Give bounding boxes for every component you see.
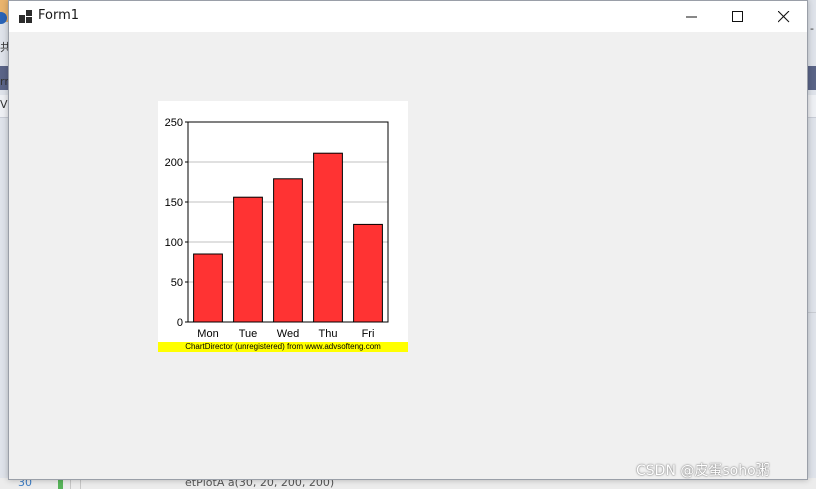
- window-title: Form1: [38, 8, 80, 23]
- x-tick-label: Wed: [277, 328, 299, 340]
- x-tick-label: Mon: [197, 328, 218, 340]
- ide-separator: [70, 480, 71, 489]
- ide-change-marker: [58, 480, 63, 489]
- bar-mon: [193, 253, 223, 323]
- bar-thu: [313, 152, 343, 323]
- y-tick-label: 150: [165, 197, 183, 209]
- y-tick-label: 0: [177, 317, 183, 329]
- x-tick-label: Thu: [319, 328, 338, 340]
- minimize-button[interactable]: [669, 1, 715, 32]
- form-window: Form1 0 50 100 150 200 250 Mon Tue Wed Thu Fri Cha…: [8, 0, 808, 480]
- maximize-button[interactable]: [715, 1, 761, 32]
- chart-watermark: ChartDirector (unregistered) from www.ad…: [158, 342, 408, 352]
- chart-viewer: 0 50 100 150 200 250 Mon Tue Wed Thu Fri ChartDire…: [158, 101, 408, 352]
- bar-wed: [273, 178, 303, 323]
- ide-app-icon: [0, 12, 7, 24]
- y-tick-label: 50: [171, 277, 183, 289]
- x-tick-label: Tue: [239, 328, 258, 340]
- bar-fri: [353, 223, 383, 323]
- close-icon: [778, 11, 790, 23]
- minimize-icon: [686, 16, 697, 18]
- bar-tue: [233, 196, 263, 323]
- x-tick-label: Fri: [362, 328, 375, 340]
- y-tick-label: 200: [165, 157, 183, 169]
- y-tick-label: 250: [165, 117, 183, 129]
- y-tick-label: 100: [165, 237, 183, 249]
- title-bar[interactable]: Form1: [9, 1, 807, 32]
- bar-chart: 0 50 100 150 200 250 Mon Tue Wed Thu Fri: [165, 117, 389, 340]
- close-button[interactable]: [761, 1, 807, 32]
- ide-glyph: -: [810, 22, 814, 35]
- ide-separator: [80, 480, 81, 489]
- maximize-icon: [732, 11, 743, 22]
- form-app-icon: [19, 10, 32, 23]
- page-watermark: CSDN @皮蛋soho粥: [636, 463, 770, 479]
- ide-glyph: V: [0, 98, 8, 111]
- ide-divider: [808, 312, 816, 313]
